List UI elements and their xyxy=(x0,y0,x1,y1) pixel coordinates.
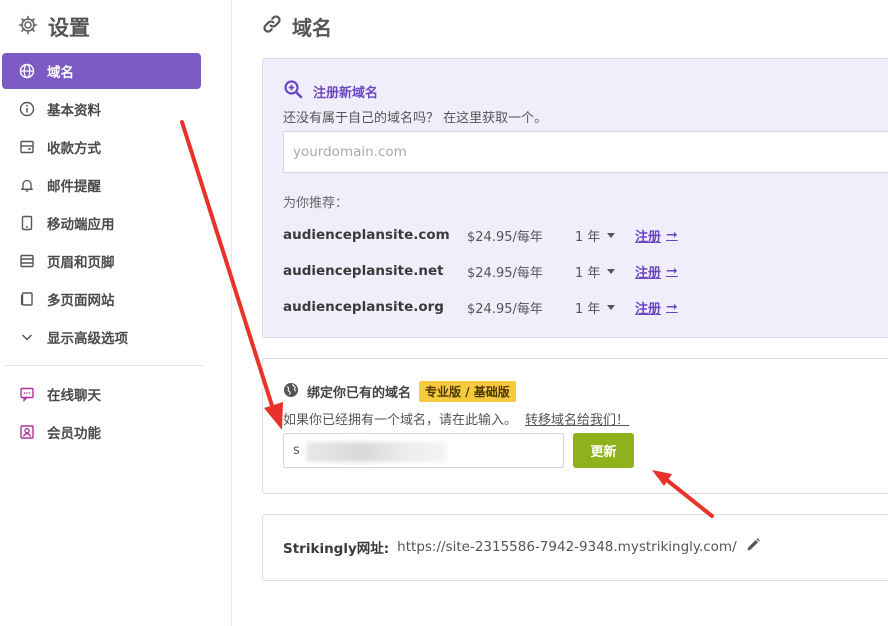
sidebar-divider xyxy=(4,365,204,366)
sidebar-header: 设置 xyxy=(18,12,90,42)
register-button[interactable]: 注册 ➞ xyxy=(635,262,678,281)
caret-down-icon xyxy=(607,232,616,238)
info-icon xyxy=(19,101,35,117)
domain-search-input[interactable]: yourdomain.com xyxy=(283,131,888,173)
bind-heading: 绑定你已有的域名 专业版 / 基础版 xyxy=(283,381,516,402)
sidebar-item-label: 会员功能 xyxy=(47,426,101,442)
register-heading: 注册新域名 xyxy=(283,79,378,103)
existing-domain-input[interactable]: s xyxy=(283,433,564,468)
page-title: 域名 xyxy=(262,12,332,40)
suggestion-domain: audienceplansite.com xyxy=(283,227,450,243)
sidebar-item-domain[interactable]: 域名 xyxy=(2,53,201,89)
sidebar-item-label: 显示高级选项 xyxy=(47,331,128,347)
caret-down-icon xyxy=(607,268,616,274)
caret-down-icon xyxy=(607,304,616,310)
sidebar-item-label: 移动端应用 xyxy=(47,217,115,233)
page-title-text: 域名 xyxy=(292,15,332,40)
strikingly-url-row: Strikingly网址: https://site-2315586-7942-… xyxy=(283,537,761,557)
wallet-icon xyxy=(19,139,35,155)
sidebar-item-label: 基本资料 xyxy=(47,103,101,119)
register-button[interactable]: 注册 ➞ xyxy=(635,298,678,317)
member-icon xyxy=(19,424,35,440)
register-domain-panel: 注册新域名 还没有属于自己的域名吗？ 在这里获取一个。 yourdomain.c… xyxy=(262,58,888,338)
pages-icon xyxy=(19,291,35,307)
recommend-label: 为你推荐： xyxy=(283,196,349,211)
sidebar-title: 设置 xyxy=(48,16,90,40)
bind-description: 如果你已经拥有一个域名，请在此输入。 转移域名给我们！ xyxy=(283,409,629,428)
sidebar-item-label: 收款方式 xyxy=(47,141,101,157)
bind-domain-panel: 绑定你已有的域名 专业版 / 基础版 如果你已经拥有一个域名，请在此输入。 转移… xyxy=(262,358,888,494)
sidebar-item-live-chat[interactable]: 在线聊天 xyxy=(2,376,201,412)
update-button[interactable]: 更新 xyxy=(573,433,634,468)
sidebar-item-label: 在线聊天 xyxy=(47,388,101,404)
sidebar-item-mobile-app[interactable]: 移动端应用 xyxy=(2,205,201,241)
year-select[interactable]: 1 年 xyxy=(575,262,635,281)
sidebar-item-label: 邮件提醒 xyxy=(47,179,101,195)
sidebar-item-label: 域名 xyxy=(47,65,74,81)
bind-description-text: 如果你已经拥有一个域名，请在此输入。 xyxy=(283,413,518,428)
suggestion-price: $24.95/每年 xyxy=(467,301,543,317)
suggestion-row: audienceplansite.com $24.95/每年 1 年 注册 ➞ xyxy=(283,225,678,245)
sidebar: 设置 域名 基本资料 收款方式 邮件提醒 移动端应用 页眉和页脚 多页面网站 显… xyxy=(0,0,232,626)
pencil-icon[interactable] xyxy=(745,537,761,557)
gear-icon xyxy=(18,15,38,39)
year-select-value: 1 年 xyxy=(575,229,601,245)
search-plus-icon xyxy=(283,79,303,103)
year-select-value: 1 年 xyxy=(575,265,601,281)
strikingly-url-panel: Strikingly网址: https://site-2315586-7942-… xyxy=(262,514,888,581)
register-heading-text: 注册新域名 xyxy=(313,85,379,101)
arrow-right-icon: ➞ xyxy=(666,299,678,315)
mobile-icon xyxy=(19,215,35,231)
chat-icon xyxy=(19,386,35,402)
register-label: 注册 xyxy=(635,301,662,317)
strikingly-url-label: Strikingly网址: xyxy=(283,541,390,557)
arrow-right-icon: ➞ xyxy=(666,263,678,279)
sidebar-item-email-alerts[interactable]: 邮件提醒 xyxy=(2,167,201,203)
globe-icon xyxy=(283,382,299,402)
sidebar-nav: 域名 基本资料 收款方式 邮件提醒 移动端应用 页眉和页脚 多页面网站 显示高级… xyxy=(2,53,204,452)
bind-heading-text: 绑定你已有的域名 xyxy=(307,386,412,401)
sidebar-item-label: 多页面网站 xyxy=(47,293,115,309)
register-description: 还没有属于自己的域名吗？ 在这里获取一个。 xyxy=(283,111,548,126)
year-select[interactable]: 1 年 xyxy=(575,226,635,245)
transfer-domain-link[interactable]: 转移域名给我们！ xyxy=(525,409,629,428)
globe-icon xyxy=(19,63,35,79)
sidebar-item-header-footer[interactable]: 页眉和页脚 xyxy=(2,243,201,279)
suggestion-row: audienceplansite.net $24.95/每年 1 年 注册 ➞ xyxy=(283,261,678,281)
register-label: 注册 xyxy=(635,265,662,281)
plan-badge: 专业版 / 基础版 xyxy=(419,381,516,402)
suggestion-domain: audienceplansite.net xyxy=(283,263,444,279)
link-icon xyxy=(262,14,282,38)
existing-domain-value: s xyxy=(293,443,300,458)
arrow-right-icon: ➞ xyxy=(666,227,678,243)
suggestion-price: $24.95/每年 xyxy=(467,229,543,245)
sidebar-item-basic-info[interactable]: 基本资料 xyxy=(2,91,201,127)
register-label: 注册 xyxy=(635,229,662,245)
bell-icon xyxy=(19,177,35,193)
suggestion-row: audienceplansite.org $24.95/每年 1 年 注册 ➞ xyxy=(283,297,678,317)
sidebar-item-advanced-options[interactable]: 显示高级选项 xyxy=(2,319,201,355)
sidebar-item-multi-page[interactable]: 多页面网站 xyxy=(2,281,201,317)
year-select[interactable]: 1 年 xyxy=(575,298,635,317)
sidebar-item-label: 页眉和页脚 xyxy=(47,255,115,271)
sidebar-item-payment[interactable]: 收款方式 xyxy=(2,129,201,165)
register-button[interactable]: 注册 ➞ xyxy=(635,226,678,245)
chevron-down-icon xyxy=(19,329,35,345)
suggestion-price: $24.95/每年 xyxy=(467,265,543,281)
suggestion-domain: audienceplansite.org xyxy=(283,299,444,315)
sidebar-item-membership[interactable]: 会员功能 xyxy=(2,414,201,450)
redacted-blur xyxy=(306,442,446,462)
year-select-value: 1 年 xyxy=(575,301,601,317)
layout-icon xyxy=(19,253,35,269)
strikingly-url-value: https://site-2315586-7942-9348.mystrikin… xyxy=(397,539,737,555)
